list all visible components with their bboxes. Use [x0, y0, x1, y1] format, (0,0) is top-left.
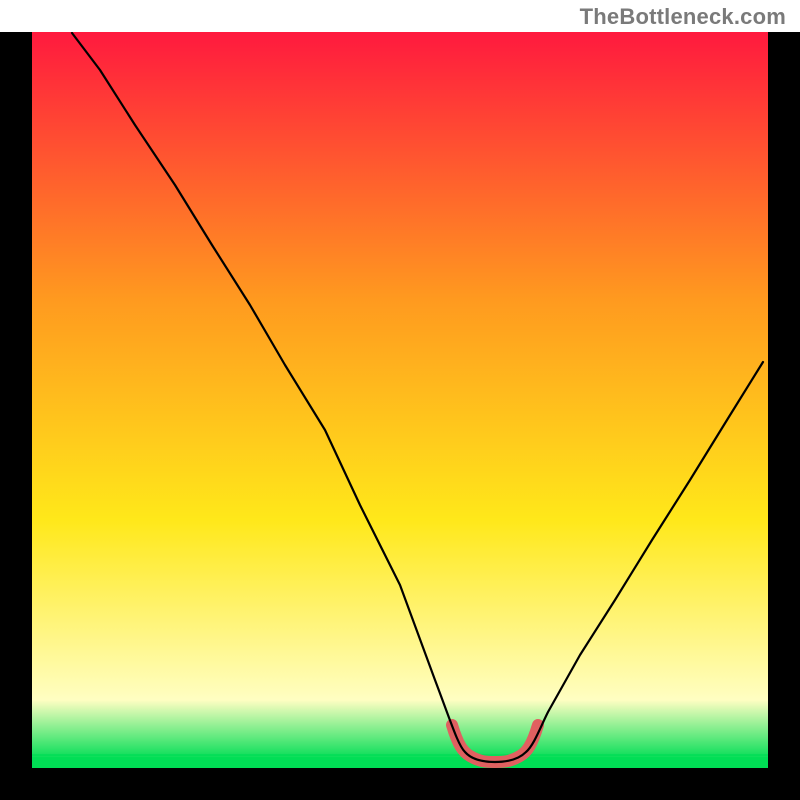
watermark-text: TheBottleneck.com — [580, 4, 786, 30]
gradient-background — [32, 32, 768, 768]
chart-stage: TheBottleneck.com — [0, 0, 800, 800]
bottleneck-chart — [0, 0, 800, 800]
